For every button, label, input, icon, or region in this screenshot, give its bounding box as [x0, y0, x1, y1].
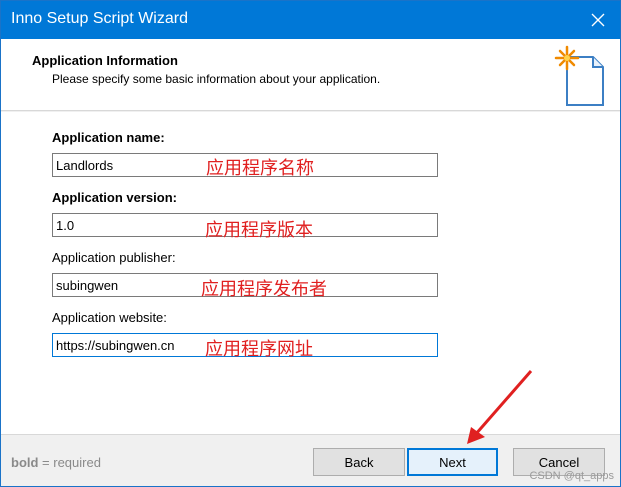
app-version-label: Application version: — [52, 190, 177, 205]
red-arrow-annotation-icon — [467, 370, 533, 444]
back-button[interactable]: Back — [313, 448, 405, 476]
required-hint-text: = required — [38, 455, 101, 470]
watermark: CSDN @qt_apps — [529, 470, 614, 482]
app-name-annotation: 应用程序名称 — [206, 158, 314, 178]
app-publisher-label: Application publisher: — [52, 250, 176, 265]
app-name-label: Application name: — [52, 130, 165, 145]
close-icon — [591, 13, 605, 27]
app-version-annotation: 应用程序版本 — [205, 220, 313, 240]
app-website-label: Application website: — [52, 310, 167, 325]
page-title: Application Information — [32, 53, 178, 68]
wizard-window: Inno Setup Script Wizard Application Inf… — [0, 0, 621, 487]
wizard-sparkle-document-icon — [554, 45, 604, 106]
required-hint: bold = required — [11, 455, 101, 470]
window-title: Inno Setup Script Wizard — [11, 10, 188, 27]
title-bar: Inno Setup Script Wizard — [1, 1, 620, 39]
app-publisher-annotation: 应用程序发布者 — [201, 279, 327, 299]
page-description: Please specify some basic information ab… — [52, 72, 381, 86]
app-website-annotation: 应用程序网址 — [205, 339, 313, 359]
next-button[interactable]: Next — [407, 448, 498, 476]
required-hint-bold: bold — [11, 455, 39, 470]
wizard-header: Application Information Please specify s… — [1, 39, 620, 111]
close-button[interactable] — [576, 1, 620, 39]
